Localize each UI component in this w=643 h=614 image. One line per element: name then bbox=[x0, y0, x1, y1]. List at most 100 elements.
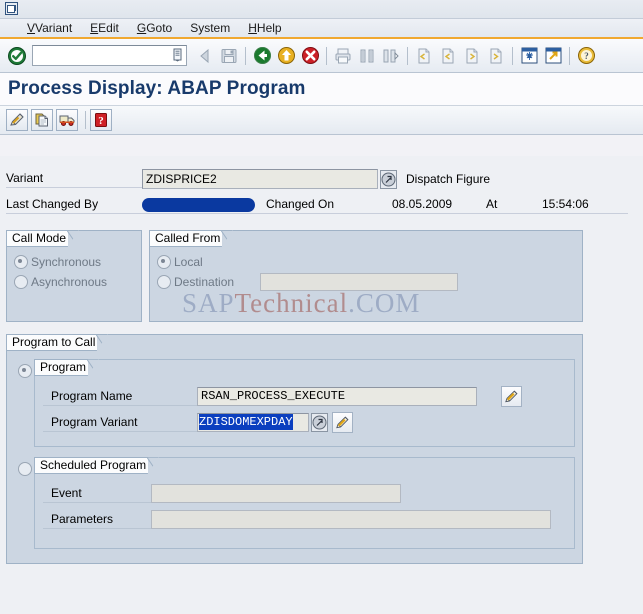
help-red-question-icon[interactable]: ? bbox=[90, 109, 112, 131]
save-icon[interactable] bbox=[217, 44, 241, 68]
svg-text:?: ? bbox=[98, 115, 104, 127]
command-field[interactable] bbox=[32, 45, 187, 66]
tab-slash-decoration bbox=[67, 230, 80, 248]
radio-destination[interactable]: Destination bbox=[157, 272, 582, 292]
program-variant-value: ZDISDOMEXPDAY bbox=[199, 414, 293, 430]
green-back-arrow-icon[interactable] bbox=[250, 44, 274, 68]
green-check-enter-icon[interactable] bbox=[6, 45, 28, 67]
search-help-icon[interactable] bbox=[380, 169, 397, 189]
toolbar-separator-2 bbox=[326, 46, 327, 65]
program-name-edit-pencil-icon[interactable] bbox=[501, 386, 522, 407]
mode-section: Call Mode Synchronous Asynchronous Calle… bbox=[6, 230, 643, 322]
event-row: Event bbox=[43, 484, 401, 503]
menu-variant-label: Variant bbox=[35, 21, 73, 35]
called-from-groupbox: Called From Local Destination bbox=[149, 230, 583, 322]
menu-variant-accel: V bbox=[27, 21, 36, 35]
radio-synchronous-button[interactable] bbox=[14, 255, 28, 269]
toolbar-separator-1 bbox=[245, 46, 246, 65]
at-value: 15:54:06 bbox=[528, 196, 628, 214]
menu-edit-accel: E bbox=[90, 21, 99, 35]
program-subgroup-wrap: Program Program Name RSAN_PROCESS_EXECUT… bbox=[15, 359, 575, 447]
at-label: At bbox=[482, 196, 528, 214]
scheduled-program-title-tab: Scheduled Program bbox=[34, 457, 160, 475]
radio-destination-button[interactable] bbox=[157, 275, 171, 289]
display-change-pencil-icon[interactable] bbox=[6, 109, 28, 131]
menu-system[interactable]: System bbox=[181, 20, 239, 36]
menu-help-label: Help bbox=[256, 21, 282, 35]
program-name-input[interactable]: RSAN_PROCESS_EXECUTE bbox=[197, 387, 477, 406]
menu-goto-accel: G bbox=[136, 21, 147, 35]
radio-synchronous[interactable]: Synchronous bbox=[14, 252, 141, 272]
program-variant-label: Program Variant bbox=[43, 414, 197, 432]
create-shortcut-icon[interactable] bbox=[541, 44, 565, 68]
window-title-bar bbox=[0, 0, 643, 19]
tab-slash-decoration bbox=[221, 230, 234, 248]
program-name-label: Program Name bbox=[43, 388, 197, 406]
program-variant-search-help-icon[interactable] bbox=[311, 413, 328, 432]
command-input[interactable] bbox=[35, 47, 171, 64]
toolbar-separator-3 bbox=[407, 46, 408, 65]
program-title-tab: Program bbox=[34, 359, 100, 377]
call-mode-title: Call Mode bbox=[12, 231, 67, 245]
radio-destination-label: Destination bbox=[174, 275, 235, 289]
changed-on-value: 08.05.2009 bbox=[382, 196, 482, 214]
previous-page-icon[interactable] bbox=[436, 44, 460, 68]
print-icon[interactable] bbox=[331, 44, 355, 68]
radio-local-button[interactable] bbox=[157, 255, 171, 269]
back-triangle-icon[interactable] bbox=[193, 44, 217, 68]
changed-on-label: Changed On bbox=[262, 196, 382, 214]
help-question-icon[interactable]: ? bbox=[574, 44, 598, 68]
last-changed-row: Last Changed By Changed On 08.05.2009 At… bbox=[6, 194, 643, 216]
program-name-row: Program Name RSAN_PROCESS_EXECUTE bbox=[43, 386, 522, 407]
radio-scheduled-program-button[interactable] bbox=[18, 462, 32, 476]
last-page-icon[interactable] bbox=[484, 44, 508, 68]
main-canvas: Variant ZDISPRICE2 Dispatch Figure Last … bbox=[0, 156, 643, 614]
first-page-icon[interactable] bbox=[412, 44, 436, 68]
menu-help-accel: H bbox=[248, 21, 257, 35]
command-field-dropdown-icon[interactable] bbox=[171, 48, 184, 62]
radio-asynchronous[interactable]: Asynchronous bbox=[14, 272, 141, 292]
program-to-call-title-tab: Program to Call bbox=[6, 334, 109, 352]
variant-input[interactable]: ZDISPRICE2 bbox=[142, 169, 378, 189]
parameters-input[interactable] bbox=[151, 510, 551, 529]
yellow-exit-icon[interactable] bbox=[274, 44, 298, 68]
menu-variant[interactable]: VVariant bbox=[18, 20, 81, 36]
tab-slash-decoration bbox=[87, 359, 100, 377]
menu-edit[interactable]: EEdit bbox=[81, 20, 128, 36]
red-cancel-icon[interactable] bbox=[298, 44, 322, 68]
program-variant-input[interactable]: ZDISDOMEXPDAY bbox=[197, 413, 309, 432]
app-toolbar-separator bbox=[85, 111, 86, 129]
program-to-call-title: Program to Call bbox=[12, 335, 96, 349]
variant-row: Variant ZDISPRICE2 Dispatch Figure bbox=[6, 168, 643, 190]
next-page-icon[interactable] bbox=[460, 44, 484, 68]
menu-help[interactable]: HHelp bbox=[239, 20, 290, 36]
radio-local[interactable]: Local bbox=[157, 252, 582, 272]
program-to-call-groupbox: Program to Call Program Program Name RSA… bbox=[6, 334, 583, 564]
event-label: Event bbox=[43, 485, 151, 503]
radio-asynchronous-button[interactable] bbox=[14, 275, 28, 289]
destination-input[interactable] bbox=[260, 273, 459, 291]
radio-program-button[interactable] bbox=[18, 364, 32, 378]
menu-edit-label: Edit bbox=[98, 21, 119, 35]
variant-label: Variant bbox=[6, 170, 142, 188]
program-groupbox: Program Program Name RSAN_PROCESS_EXECUT… bbox=[34, 359, 575, 447]
scheduled-subgroup-wrap: Scheduled Program Event Parameters bbox=[15, 457, 575, 549]
copy-document-icon[interactable] bbox=[31, 109, 53, 131]
menu-goto[interactable]: GGoto bbox=[128, 20, 181, 36]
parameters-row: Parameters bbox=[43, 510, 551, 529]
find-next-icon[interactable] bbox=[379, 44, 403, 68]
program-variant-edit-pencil-icon[interactable] bbox=[332, 412, 353, 433]
page-title: Process Display: ABAP Program bbox=[8, 78, 306, 99]
redaction-bar bbox=[142, 197, 255, 212]
program-variant-row: Program Variant ZDISDOMEXPDAY bbox=[43, 412, 353, 433]
event-input[interactable] bbox=[151, 484, 401, 503]
tab-slash-decoration bbox=[96, 334, 109, 352]
create-session-icon[interactable] bbox=[517, 44, 541, 68]
radio-asynchronous-label: Asynchronous bbox=[31, 275, 108, 289]
parameters-label: Parameters bbox=[43, 511, 151, 529]
delivery-truck-icon[interactable] bbox=[56, 109, 78, 131]
find-icon[interactable] bbox=[355, 44, 379, 68]
toolbar-separator-4 bbox=[512, 46, 513, 65]
call-mode-groupbox: Call Mode Synchronous Asynchronous bbox=[6, 230, 142, 322]
window-restore-icon[interactable] bbox=[5, 2, 18, 15]
